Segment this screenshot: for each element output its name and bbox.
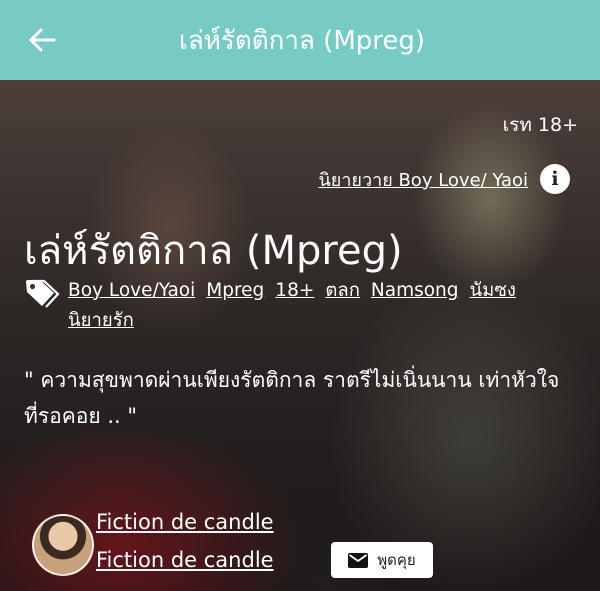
tag-link[interactable]: Boy Love/Yaoi <box>68 278 195 304</box>
chat-button-label: พูดคุย <box>377 551 416 569</box>
app-bar: เล่ห์รัตติกาล (Mpreg) <box>0 0 600 80</box>
category-row: นิยายวาย Boy Love/ Yaoi i <box>318 164 570 194</box>
info-icon[interactable]: i <box>540 164 570 194</box>
story-title: เล่ห์รัตติกาล (Mpreg) <box>24 228 403 274</box>
tag-row: Boy Love/Yaoi Mpreg 18+ ตลก Namsong นัมซ… <box>24 278 569 334</box>
chat-button[interactable]: พูดคุย <box>331 542 433 578</box>
tag-link[interactable]: 18+ <box>275 278 314 304</box>
rating-badge: เรท 18+ <box>502 114 578 136</box>
category-link[interactable]: นิยายวาย Boy Love/ Yaoi <box>318 165 528 194</box>
tag-link[interactable]: ตลก <box>325 278 360 304</box>
author-row: Fiction de candle Fiction de candle พูดค… <box>32 510 572 580</box>
author-pen-name-link[interactable]: Fiction de candle <box>96 510 274 534</box>
author-display-name-link[interactable]: Fiction de candle <box>96 548 274 572</box>
author-avatar[interactable] <box>32 514 94 576</box>
app-bar-title: เล่ห์รัตติกาล (Mpreg) <box>178 25 426 56</box>
tag-list: Boy Love/Yaoi Mpreg 18+ ตลก Namsong นัมซ… <box>68 278 569 334</box>
tag-link[interactable]: Mpreg <box>206 278 264 304</box>
story-quote: " ความสุขพาดผ่านเพียงรัตติกาล ราตรีไม่เน… <box>24 368 560 428</box>
story-hero: เรท 18+ นิยายวาย Boy Love/ Yaoi i เล่ห์ร… <box>0 80 600 591</box>
tag-link[interactable]: นัมซง <box>470 278 516 304</box>
mail-icon <box>348 552 369 568</box>
tag-link[interactable]: นิยายรัก <box>68 308 134 334</box>
tag-link[interactable]: Namsong <box>371 278 459 304</box>
tag-icon <box>26 279 60 308</box>
